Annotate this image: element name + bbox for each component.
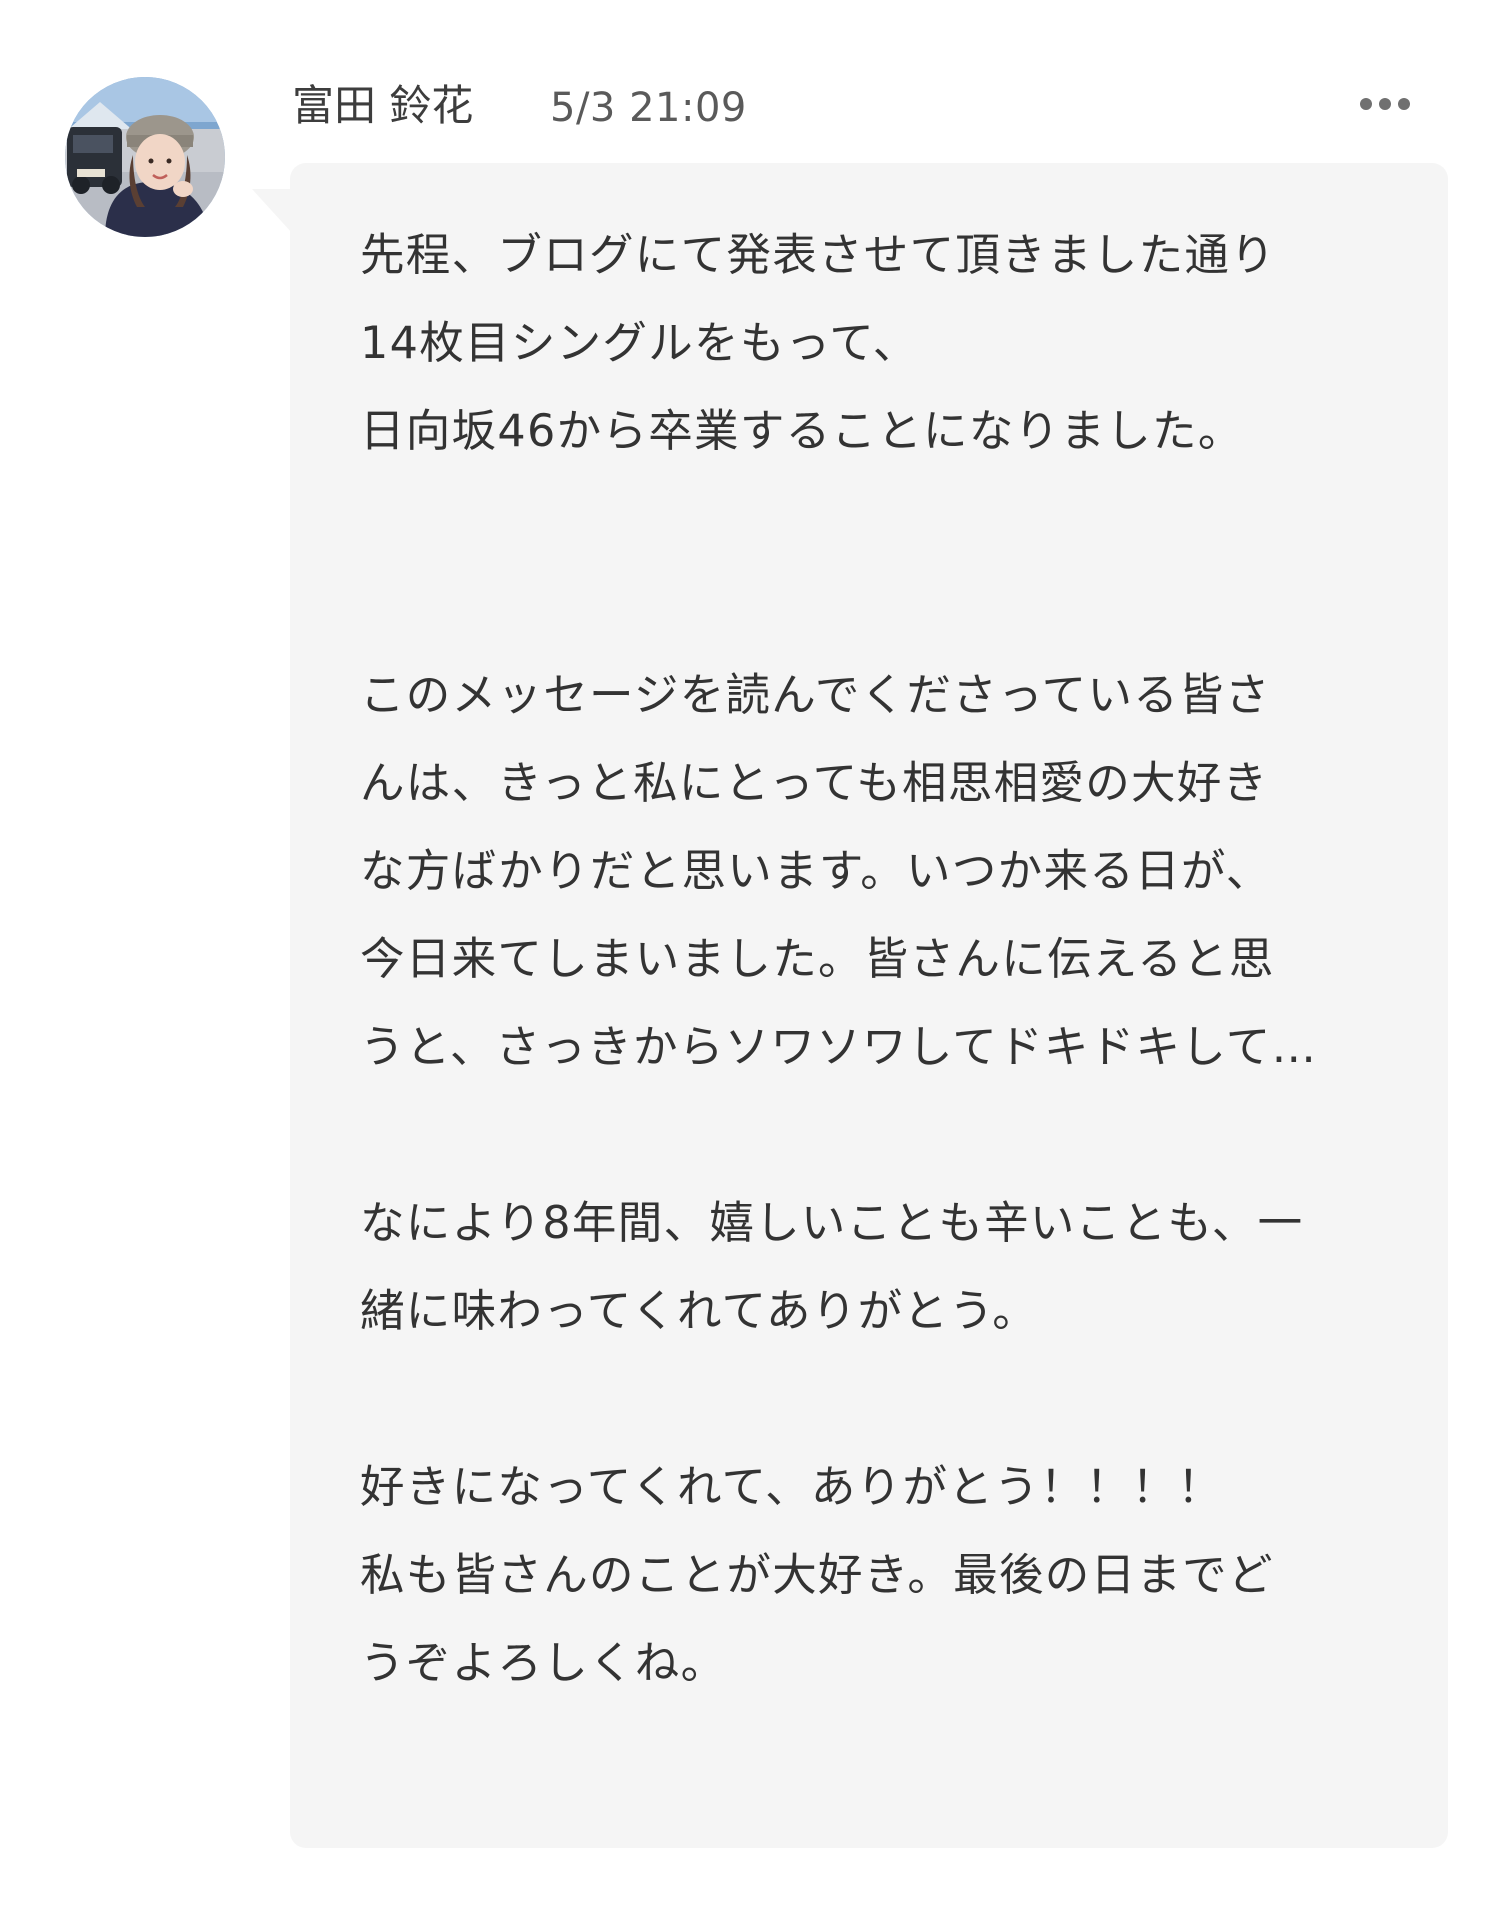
message-line [360, 1356, 1420, 1444]
message-line [360, 564, 1420, 652]
more-options-icon[interactable] [1350, 86, 1420, 122]
sender-name[interactable]: 富田 鈴花 [292, 78, 473, 134]
message-line: な方ばかりだと思います。いつか来る日が、 [360, 846, 1272, 897]
message-line: んは、きっと私にとっても相思相愛の大好き [360, 758, 1269, 809]
message-line: 緒に味わってくれてありがとう。 [360, 1286, 1039, 1337]
avatar-photo-icon [65, 77, 225, 237]
message-bubble-tail [252, 189, 292, 233]
message-line: このメッセージを読んでくださっている皆さ [360, 670, 1271, 721]
message-line: うと、さっきからソワソワしてドキドキして… [360, 1022, 1318, 1073]
sender-avatar[interactable] [65, 77, 225, 237]
message-timestamp: 5/3 21:09 [550, 85, 747, 131]
message-line: 今日来てしまいました。皆さんに伝えると思 [360, 934, 1275, 985]
message-line: 先程、ブログにて発表させて頂きました通り [360, 230, 1277, 281]
message-line: 日向坂46から卒業することになりました。 [360, 406, 1244, 457]
message-text: 先程、ブログにて発表させて頂きました通り 14枚目シングルをもって、 日向坂46… [360, 212, 1420, 1708]
message-line: 14枚目シングルをもって、 [360, 318, 919, 369]
message-line: うぞよろしくね。 [360, 1638, 727, 1689]
message-line [360, 476, 1420, 564]
message-line: なにより8年間、嬉しいことも辛いことも、一 [360, 1198, 1304, 1249]
message-line: 好きになってくれて、ありがとう！！！！ [360, 1462, 1224, 1513]
message-line [360, 1092, 1420, 1180]
message-line: 私も皆さんのことが大好き。最後の日までど [360, 1550, 1274, 1601]
